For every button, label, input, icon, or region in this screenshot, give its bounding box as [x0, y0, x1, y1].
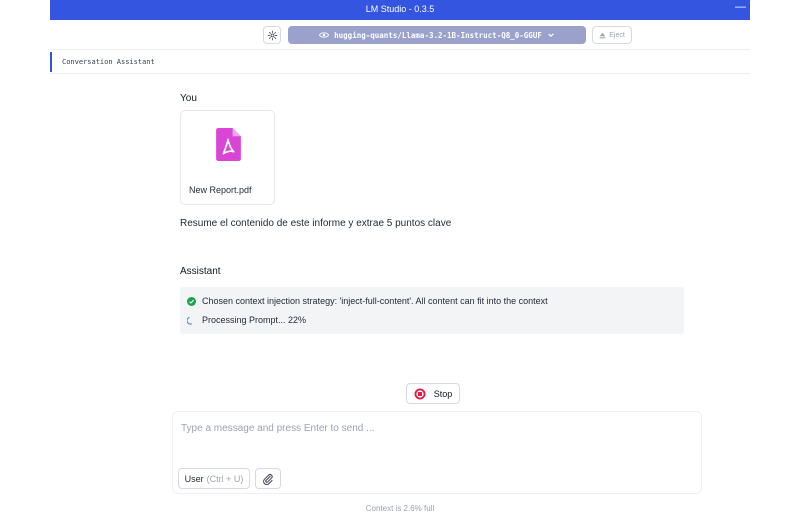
context-usage: Context is 2.6% full	[365, 504, 435, 513]
conversation-header: Conversation Assistant	[50, 50, 750, 74]
processing-status-text: Processing Prompt... 22%	[202, 315, 307, 325]
toolbar: hugging-quants/Llama-3.2-1B-Instruct-Q8_…	[50, 20, 750, 50]
attach-file-button[interactable]	[255, 468, 281, 489]
stop-label: Stop	[433, 388, 453, 399]
strategy-status-text: Chosen context injection strategy: 'inje…	[202, 296, 548, 306]
assistant-role-label: Assistant	[180, 266, 221, 277]
role-toggle-button[interactable]: User (Ctrl + U)	[178, 468, 250, 489]
message-composer[interactable]: Type a message and press Enter to send .…	[172, 411, 702, 494]
pdf-icon	[216, 128, 241, 161]
chevron-down-icon	[548, 33, 554, 38]
app-window: LM Studio - 0.3.5 — hugging-quants/Llama…	[50, 0, 750, 522]
settings-button[interactable]	[263, 26, 281, 44]
assistant-status-panel: Chosen context injection strategy: 'inje…	[180, 287, 684, 334]
eject-icon	[599, 32, 606, 38]
user-message-text: Resume el contenido de este informe y ex…	[180, 218, 452, 229]
model-selector-button[interactable]: hugging-quants/Llama-3.2-1B-Instruct-Q8_…	[288, 26, 586, 44]
window-title: LM Studio - 0.3.5	[365, 4, 435, 14]
check-circle-icon	[187, 296, 196, 306]
stop-button[interactable]: Stop	[406, 383, 460, 404]
role-toggle-label: User	[184, 473, 204, 484]
attachment-card[interactable]: New Report.pdf	[180, 110, 275, 205]
active-tab-indicator	[50, 52, 52, 72]
eye-icon	[319, 32, 330, 38]
eject-label: Eject	[609, 31, 625, 39]
attachment-name: New Report.pdf	[189, 185, 252, 195]
spinner-icon	[187, 316, 193, 325]
processing-status: Processing Prompt... 22%	[187, 315, 306, 325]
message-input-placeholder[interactable]: Type a message and press Enter to send .…	[181, 423, 374, 434]
paperclip-icon	[263, 473, 273, 485]
title-bar: LM Studio - 0.3.5 —	[50, 0, 750, 20]
minimize-button[interactable]: —	[735, 1, 746, 13]
user-role-label: You	[180, 93, 197, 104]
gear-icon	[267, 30, 277, 40]
conversation-tab[interactable]: Conversation Assistant	[62, 58, 155, 66]
model-name: hugging-quants/Llama-3.2-1B-Instruct-Q8_…	[334, 30, 542, 40]
role-toggle-shortcut: (Ctrl + U)	[206, 473, 244, 484]
eject-button[interactable]: Eject	[592, 26, 632, 44]
stop-icon	[414, 388, 426, 399]
strategy-status: Chosen context injection strategy: 'inje…	[187, 296, 548, 306]
